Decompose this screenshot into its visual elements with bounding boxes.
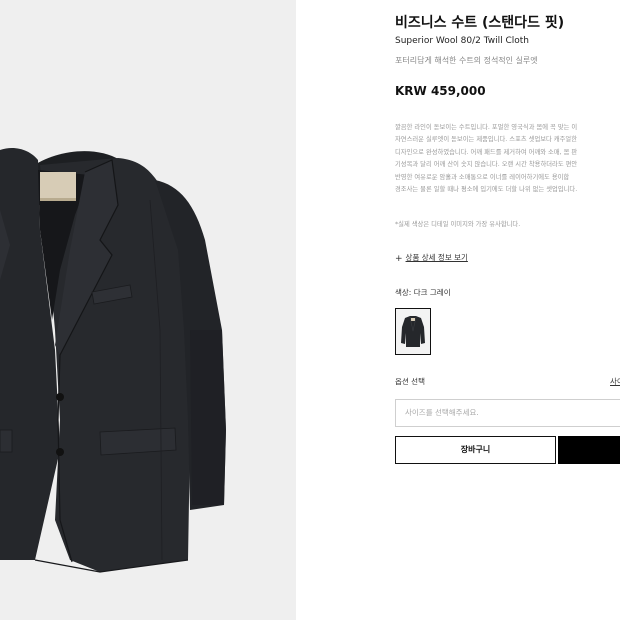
description-line: 깔끔한 라인이 돋보이는 수트입니다. 포멀한 영국식과 몸에 꼭 맞는 이 [395, 124, 578, 131]
product-info-panel: 비즈니스 수트 (스탠다드 핏) Superior Wool 80/2 Twil… [395, 0, 620, 620]
description-line: 기성복과 달리 어깨 산이 솟지 않습니다. 오랜 시간 착용하더라도 편안 [395, 161, 578, 169]
product-description: 깔끔한 라인이 돋보이는 수트입니다. 포멀한 영국식과 몸에 꼭 맞는 이 자… [395, 122, 620, 196]
description-line: 반영한 여유로운 암홀과 소매통으로 이너를 레이어하기에도 용이합 [395, 173, 570, 181]
product-tagline: 포터리답게 해석한 수트의 정석적인 실루엣 [395, 56, 538, 65]
size-select[interactable]: 사이즈를 선택해주세요. [395, 399, 620, 427]
size-guide-link[interactable]: 사이 [610, 376, 620, 387]
add-to-cart-button[interactable]: 장바구니 [395, 436, 556, 464]
color-label: 색상: 다크 그레이 [395, 288, 451, 297]
description-line: 디자인으로 완성하였습니다. 어깨 패드를 제거하여 어깨와 소매, 몸 판 [395, 148, 578, 156]
plus-icon: + [395, 254, 403, 264]
product-price: KRW 459,000 [395, 84, 486, 98]
description-line: 경조사는 물론 일할 때나 평소에 입기에도 더할 나위 없는 셋업입니다. [395, 186, 578, 194]
product-gallery [0, 0, 296, 620]
buy-now-button[interactable] [558, 436, 620, 464]
product-image[interactable] [0, 0, 296, 620]
option-label: 옵션 선택 [395, 377, 425, 386]
swatch-jacket-thumbnail [396, 309, 430, 354]
color-note: *실제 색상은 디테일 이미지와 가장 유사합니다. [395, 221, 521, 228]
product-title: 비즈니스 수트 (스탠다드 핏) [395, 15, 565, 31]
description-line: 자연스러운 실루엣이 돋보이는 제품입니다. 스포츠 셋업보다 캐주얼한 [395, 136, 578, 144]
color-swatch-dark-gray[interactable] [395, 308, 431, 355]
product-subtitle: Superior Wool 80/2 Twill Cloth [395, 36, 530, 46]
product-details-link[interactable]: + 상품 상세 정보 보기 [395, 252, 468, 264]
product-details-label: 상품 상세 정보 보기 [405, 253, 468, 262]
